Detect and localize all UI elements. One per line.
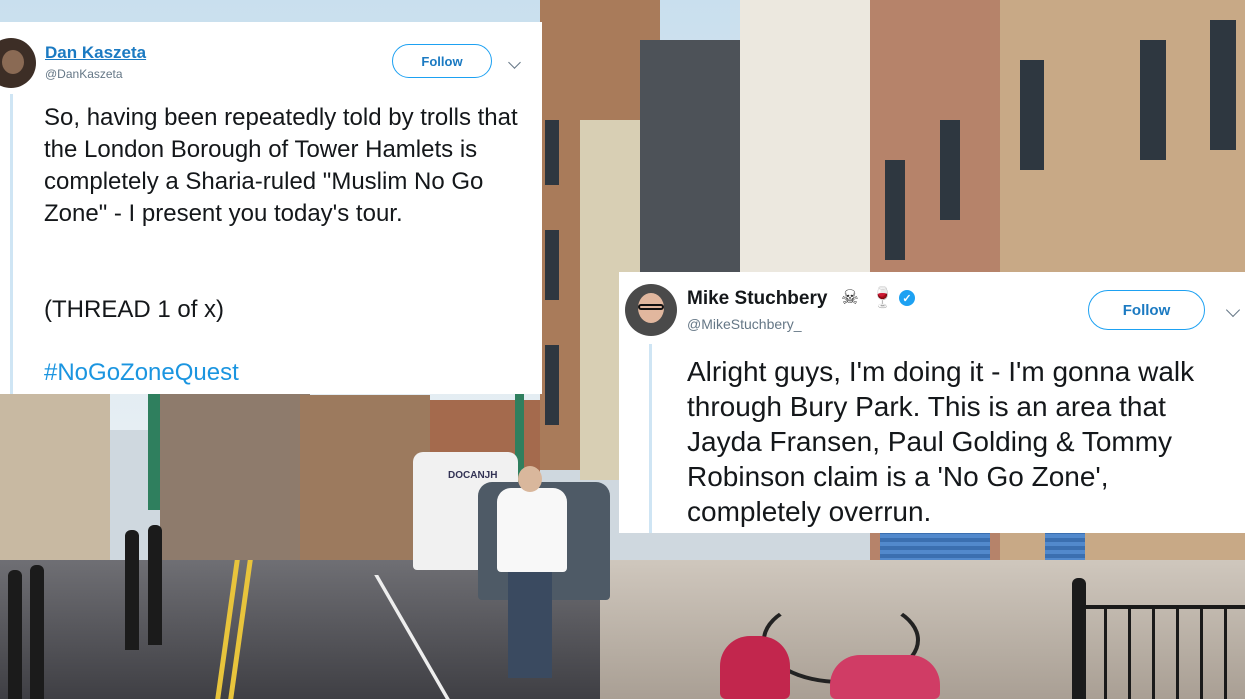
window [1210, 20, 1236, 150]
avatar[interactable] [625, 284, 677, 336]
hashtag-link[interactable]: #NoGoZoneQuest [44, 359, 239, 387]
bollard [125, 530, 139, 650]
building [300, 395, 430, 565]
chevron-down-icon[interactable] [1225, 302, 1241, 318]
skull-icon: ☠ [841, 287, 859, 309]
user-handle[interactable]: @DanKaszeta [45, 67, 123, 81]
thread-line [10, 94, 13, 394]
window [545, 345, 559, 425]
avatar[interactable] [0, 38, 36, 88]
window [940, 120, 960, 220]
building [160, 390, 310, 570]
user-handle[interactable]: @MikeStuchbery_ [687, 316, 802, 332]
display-name[interactable]: Dan Kaszeta [45, 43, 146, 63]
window [1140, 40, 1166, 160]
window [1020, 60, 1044, 170]
tweet-text: So, having been repeatedly told by troll… [44, 104, 525, 227]
chevron-down-icon[interactable] [508, 56, 521, 69]
display-name[interactable]: Mike Stuchbery [687, 288, 827, 310]
railing [1080, 605, 1245, 699]
pedestrian-head [518, 466, 542, 492]
tweet-card-mike-stuchbery: Mike Stuchbery ☠ 🍷 ✓ @MikeStuchbery_ Fol… [619, 272, 1245, 533]
window [545, 230, 559, 300]
tweet-card-dan-kaszeta: Dan Kaszeta @DanKaszeta Follow So, havin… [0, 22, 542, 394]
bollard [148, 525, 162, 645]
follow-button[interactable]: Follow [1088, 290, 1205, 330]
rubbish-bags [830, 655, 940, 699]
wine-glass-icon: 🍷 [870, 287, 895, 309]
tweet-text: Alright guys, I'm doing it - I'm gonna w… [687, 356, 1195, 527]
bollard [30, 565, 44, 699]
pedestrian-legs [508, 570, 552, 678]
building [0, 380, 110, 580]
window [885, 160, 905, 260]
follow-button[interactable]: Follow [392, 44, 492, 78]
thread-note: (THREAD 1 of x) [44, 296, 225, 323]
verified-badge-icon: ✓ [899, 290, 915, 306]
street-pole [148, 380, 160, 510]
pedestrian [497, 488, 567, 572]
bollard [8, 570, 22, 699]
rubbish-bags [720, 636, 790, 699]
window [545, 120, 559, 185]
thread-line [649, 344, 652, 533]
van-lettering: DOCANJH [448, 470, 498, 481]
